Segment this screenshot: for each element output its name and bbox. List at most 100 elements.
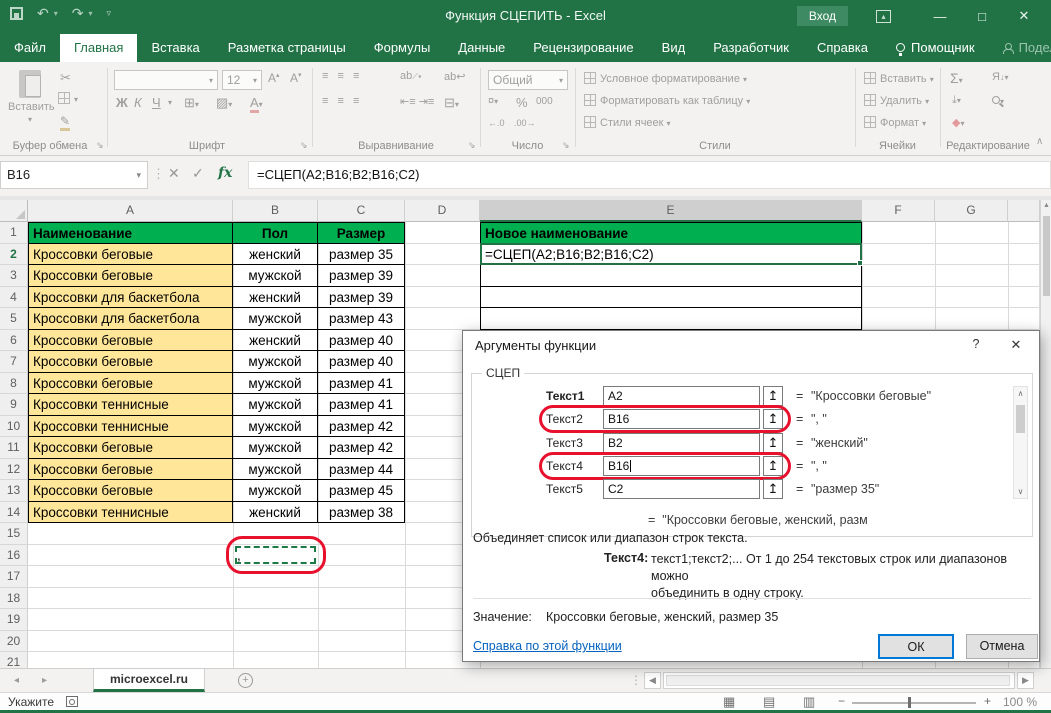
formula-input[interactable]: =СЦЕП(A2;B16;B2;B16;C2) [248, 161, 1051, 189]
function-help-link[interactable]: Справка по этой функции [473, 639, 622, 653]
horizontal-scrollbar[interactable] [663, 672, 1015, 689]
range-select-button[interactable]: ↥ [763, 409, 783, 429]
number-dialog-launcher-icon[interactable]: ⇘ [562, 140, 570, 151]
merge-center-icon[interactable]: ⊟▾ [444, 95, 459, 111]
column-header-F[interactable]: F [862, 200, 935, 222]
horizontal-scroll-thumb[interactable] [666, 675, 1010, 686]
column-header-sliver[interactable] [1008, 200, 1040, 222]
row-header-2[interactable]: 2 [0, 244, 28, 266]
row-header-16[interactable]: 16 [0, 545, 28, 567]
delete-cells-button[interactable]: Удалить ▾ [864, 94, 929, 107]
scroll-right-icon[interactable]: ▶ [1017, 672, 1034, 689]
cell-A5[interactable]: Кроссовки для баскетбола [28, 308, 233, 330]
cell-A10[interactable]: Кроссовки теннисные [28, 416, 233, 438]
cell-A12[interactable]: Кроссовки беговые [28, 459, 233, 481]
conditional-formatting-button[interactable]: Условное форматирование ▾ [584, 72, 747, 85]
cell-C8[interactable]: размер 41 [318, 373, 405, 395]
font-size-combo[interactable]: 12▾ [222, 70, 262, 90]
column-header-D[interactable]: D [405, 200, 480, 222]
cell-B14[interactable]: женский [233, 502, 318, 524]
cell-B10[interactable]: мужской [233, 416, 318, 438]
tab-формулы[interactable]: Формулы [360, 34, 445, 62]
cell-C3[interactable]: размер 39 [318, 265, 405, 287]
dialog-scroll-thumb[interactable] [1016, 405, 1025, 433]
bold-button[interactable]: Ж [116, 95, 128, 110]
login-button[interactable]: Вход [797, 6, 848, 26]
row-header-11[interactable]: 11 [0, 437, 28, 459]
cell-A7[interactable]: Кроссовки беговые [28, 351, 233, 373]
cell-A8[interactable]: Кроссовки беговые [28, 373, 233, 395]
cell-B16[interactable]: , [233, 545, 318, 567]
font-dialog-launcher-icon[interactable]: ⇘ [300, 140, 308, 151]
cell-B9[interactable]: мужской [233, 394, 318, 416]
cell-A14[interactable]: Кроссовки теннисные [28, 502, 233, 524]
comma-style-icon[interactable]: 000 [536, 96, 553, 107]
cell-C7[interactable]: размер 40 [318, 351, 405, 373]
cell-C4[interactable]: размер 39 [318, 287, 405, 309]
range-select-button[interactable]: ↥ [763, 456, 783, 476]
cell-A3[interactable]: Кроссовки беговые [28, 265, 233, 287]
zoom-in-icon[interactable]: + [984, 694, 991, 708]
row-header-6[interactable]: 6 [0, 330, 28, 352]
minimize-button[interactable]: — [923, 9, 957, 24]
row-header-3[interactable]: 3 [0, 265, 28, 287]
increase-decimal-icon[interactable]: ←.0 [488, 118, 505, 128]
collapse-ribbon-icon[interactable]: ∧ [1036, 136, 1043, 147]
find-select-icon[interactable]: ▾ [992, 95, 1004, 107]
dialog-help-icon[interactable]: ? [968, 337, 984, 351]
row-header-1[interactable]: 1 [0, 222, 28, 244]
underline-button[interactable]: Ч [152, 95, 161, 110]
row-header-12[interactable]: 12 [0, 459, 28, 481]
cell-B7[interactable]: мужской [233, 351, 318, 373]
format-as-table-button[interactable]: Форматировать как таблицу ▾ [584, 94, 750, 107]
fill-icon[interactable]: ⤓▾ [952, 94, 961, 107]
cell-A13[interactable]: Кроссовки беговые [28, 480, 233, 502]
row-header-14[interactable]: 14 [0, 502, 28, 524]
add-sheet-icon[interactable]: + [238, 673, 253, 688]
orientation-icon[interactable]: ab⟋▾ [400, 70, 422, 82]
dialog-scroll-down-icon[interactable]: ∨ [1014, 487, 1027, 496]
scroll-up-icon[interactable]: ▲ [1042, 202, 1051, 209]
fill-color-icon[interactable]: ▨▾ [216, 95, 232, 111]
zoom-slider-thumb[interactable] [908, 697, 911, 708]
copy-icon[interactable]: ▾ [58, 92, 78, 105]
cell-B5[interactable]: мужской [233, 308, 318, 330]
row-header-5[interactable]: 5 [0, 308, 28, 330]
cell-B11[interactable]: мужской [233, 437, 318, 459]
maximize-button[interactable]: □ [965, 9, 999, 24]
percent-style-icon[interactable]: % [516, 95, 528, 110]
paste-dropdown-icon[interactable]: ▾ [28, 115, 32, 124]
cell-B2[interactable]: женский [233, 244, 318, 266]
cell-C5[interactable]: размер 43 [318, 308, 405, 330]
dialog-scrollbar[interactable]: ∧ ∨ [1013, 386, 1028, 499]
macro-record-icon[interactable] [66, 696, 78, 707]
tab-поделиться[interactable]: Поделиться [989, 34, 1051, 62]
sheet-tab-active[interactable]: microexcel.ru [93, 669, 205, 692]
tab-разметка страницы[interactable]: Разметка страницы [214, 34, 360, 62]
cell-B8[interactable]: мужской [233, 373, 318, 395]
vertical-align-icons[interactable]: ≡ ≡ ≡ [322, 70, 362, 82]
name-box-dropdown-icon[interactable]: ▾ [136, 170, 141, 181]
insert-cells-button[interactable]: Вставить ▾ [864, 72, 934, 85]
alignment-dialog-launcher-icon[interactable]: ⇘ [468, 140, 476, 151]
page-layout-view-icon[interactable]: ▤ [763, 694, 775, 710]
decrease-decimal-icon[interactable]: .00→ [514, 118, 536, 128]
borders-icon[interactable]: ⊞▾ [184, 95, 199, 111]
cancel-entry-icon[interactable]: ✕ [168, 165, 180, 182]
format-painter-icon[interactable]: ✎ [60, 114, 70, 128]
cell-A4[interactable]: Кроссовки для баскетбола [28, 287, 233, 309]
row-header-13[interactable]: 13 [0, 480, 28, 502]
italic-button[interactable]: К [134, 95, 142, 110]
row-header-9[interactable]: 9 [0, 394, 28, 416]
grow-font-icon[interactable]: А▴ [268, 71, 280, 85]
row-header-17[interactable]: 17 [0, 566, 28, 588]
cell-B3[interactable]: мужской [233, 265, 318, 287]
next-sheet-icon[interactable]: ▸ [42, 675, 47, 686]
row-header-8[interactable]: 8 [0, 373, 28, 395]
cell-styles-button[interactable]: Стили ячеек ▾ [584, 116, 671, 129]
format-cells-button[interactable]: Формат ▾ [864, 116, 926, 129]
row-header-19[interactable]: 19 [0, 609, 28, 631]
cell-E5[interactable] [480, 308, 862, 330]
zoom-out-icon[interactable]: − [838, 694, 845, 708]
underline-dropdown-icon[interactable]: ▾ [168, 98, 172, 107]
